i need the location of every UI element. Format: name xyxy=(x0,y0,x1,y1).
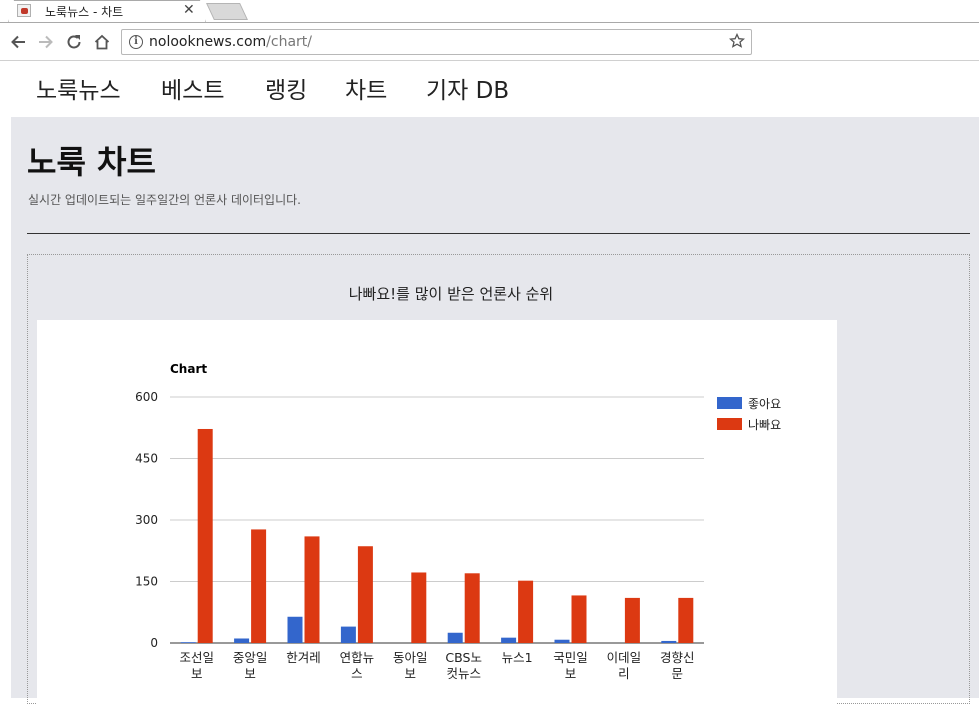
home-icon[interactable] xyxy=(91,31,113,53)
x-tick-label: 조선일 xyxy=(179,650,214,665)
close-tab-icon[interactable]: ✕ xyxy=(183,2,195,18)
legend-label: 나빠요 xyxy=(748,418,781,432)
bookmark-star-icon[interactable] xyxy=(728,32,746,53)
x-tick-label: 동아일 xyxy=(393,650,428,665)
x-tick-label: 뉴스1 xyxy=(502,650,533,665)
site-nav: 노룩뉴스 베스트 랭킹 차트 기자 DB xyxy=(0,61,979,117)
browser-toolbar: i nolooknews.com/chart/ xyxy=(0,23,979,61)
nav-item-home[interactable]: 노룩뉴스 xyxy=(36,71,121,105)
bar-dislike xyxy=(357,546,373,643)
y-tick-label: 150 xyxy=(135,575,158,589)
chart-section: 나빠요!를 많이 받은 언론사 순위 Chart 0 150 300 450 600 조선일… xyxy=(27,254,970,710)
x-tick-label: 국민일 xyxy=(553,650,588,665)
bar-like xyxy=(447,632,463,643)
x-tick-label: 중앙일 xyxy=(233,650,268,665)
bar-dislike xyxy=(464,573,480,643)
info-icon[interactable]: i xyxy=(129,35,143,49)
x-tick-label: 컷뉴스 xyxy=(446,666,481,681)
legend-swatch xyxy=(717,418,742,430)
bar-like xyxy=(340,626,356,643)
bar-like xyxy=(554,639,570,643)
url-text[interactable]: nolooknews.com/chart/ xyxy=(149,34,312,50)
tab-title[interactable]: 노룩뉴스 - 차트 xyxy=(45,3,123,20)
nav-item-best[interactable]: 베스트 xyxy=(161,71,224,105)
page-title: 노룩 차트 xyxy=(27,143,156,181)
forward-arrow-icon[interactable] xyxy=(35,31,57,53)
x-tick-label: 스 xyxy=(351,666,363,681)
bar-like xyxy=(661,640,677,643)
bar-dislike xyxy=(411,572,427,643)
x-tick-label: 경향신 xyxy=(660,650,695,665)
x-tick-label: 문 xyxy=(672,666,684,681)
reload-icon[interactable] xyxy=(63,31,85,53)
x-tick-label: 연합뉴 xyxy=(340,650,375,665)
main-content: 노룩 차트 실시간 업데이트되는 일주일간의 언론사 데이터입니다. 나빠요!를… xyxy=(11,117,979,710)
new-tab-button[interactable] xyxy=(206,3,248,20)
nav-item-ranking[interactable]: 랭킹 xyxy=(265,71,307,105)
bar-dislike xyxy=(571,595,587,643)
bar-dislike xyxy=(624,597,640,643)
x-tick-label: 리 xyxy=(618,666,630,681)
chart-title: Chart xyxy=(170,362,207,376)
nav-item-reporter-db[interactable]: 기자 DB xyxy=(426,71,509,105)
bar-dislike xyxy=(304,536,320,643)
x-tick-label: 이데일 xyxy=(607,650,642,665)
back-arrow-icon[interactable] xyxy=(7,31,29,53)
browser-tab-strip: 노룩뉴스 - 차트 ✕ xyxy=(0,0,979,23)
legend-swatch xyxy=(717,397,742,409)
x-tick-label: 보 xyxy=(191,666,203,681)
bar-like xyxy=(180,642,196,643)
address-bar[interactable]: i nolooknews.com/chart/ xyxy=(121,29,752,55)
x-tick-label: 보 xyxy=(244,666,256,681)
chart-card: Chart 0 150 300 450 600 조선일 보 중앙일 보 한겨레 연합뉴 스 동아일 보 CBS… xyxy=(37,320,837,710)
x-tick-label: 보 xyxy=(565,666,577,681)
x-tick-label: 보 xyxy=(405,666,417,681)
x-tick-label: CBS노 xyxy=(445,650,482,665)
y-tick-label: 300 xyxy=(135,513,158,527)
bar-chart: Chart0150300450600조선일보중앙일보한겨레 연합뉴스동아일보CBS… xyxy=(135,362,781,681)
bar-like xyxy=(287,616,303,643)
y-tick-label: 600 xyxy=(135,390,158,404)
bar-dislike xyxy=(518,580,534,643)
bar-dislike xyxy=(197,428,213,643)
bar-dislike xyxy=(251,529,267,643)
legend-label: 좋아요 xyxy=(748,397,781,411)
divider xyxy=(27,233,970,234)
bar-like xyxy=(234,638,250,643)
bar-dislike xyxy=(678,597,694,643)
x-tick-label: 한겨레 xyxy=(286,650,321,665)
favicon-icon xyxy=(17,4,31,17)
chart-heading: 나빠요!를 많이 받은 언론사 순위 xyxy=(348,285,554,303)
bar-like xyxy=(501,637,517,643)
y-tick-label: 450 xyxy=(135,452,158,466)
page-subtitle: 실시간 업데이트되는 일주일간의 언론사 데이터입니다. xyxy=(28,193,301,207)
y-tick-label: 0 xyxy=(150,636,158,650)
nav-item-chart[interactable]: 차트 xyxy=(345,71,387,105)
